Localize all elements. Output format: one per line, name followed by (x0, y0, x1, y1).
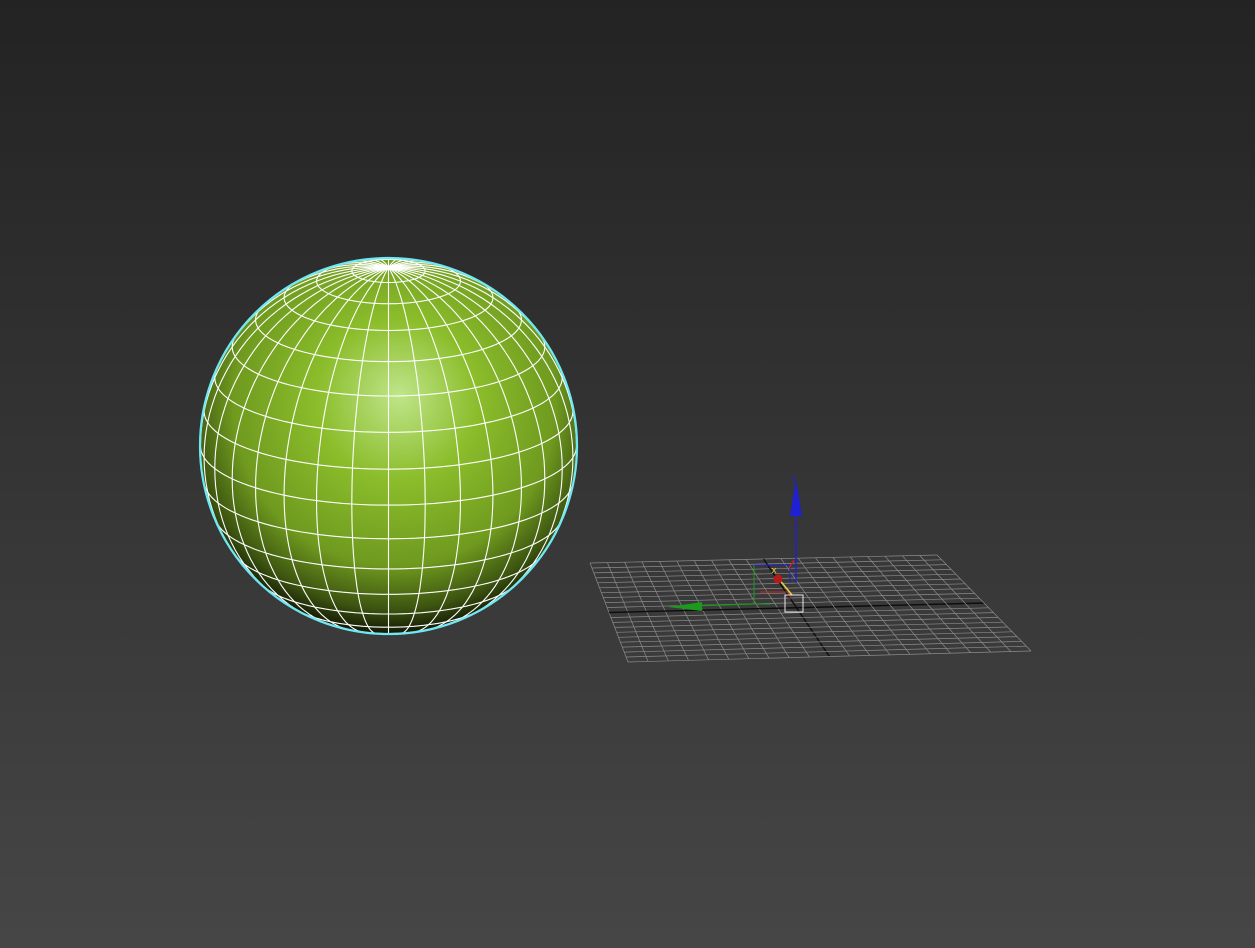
z-axis-label: z (792, 474, 797, 484)
grid-line (936, 554, 1032, 652)
z-axis-arrow[interactable] (790, 480, 802, 516)
perspective-viewport[interactable]: z x (0, 0, 1255, 948)
viewport-scene: z x (198, 256, 1032, 663)
grid-line (919, 555, 1012, 652)
sphere-object[interactable] (198, 256, 579, 636)
grid-line (902, 555, 991, 653)
grid-line (624, 641, 1022, 653)
transform-gizmo[interactable]: z x (668, 474, 804, 613)
grid-line (622, 636, 1017, 648)
x-axis-stub (788, 559, 795, 569)
grid-line (626, 645, 1027, 658)
grid-line (627, 650, 1032, 663)
x-axis-label: x (771, 566, 777, 576)
y-axis-arrow[interactable] (668, 602, 702, 611)
home-grid (589, 554, 1032, 663)
